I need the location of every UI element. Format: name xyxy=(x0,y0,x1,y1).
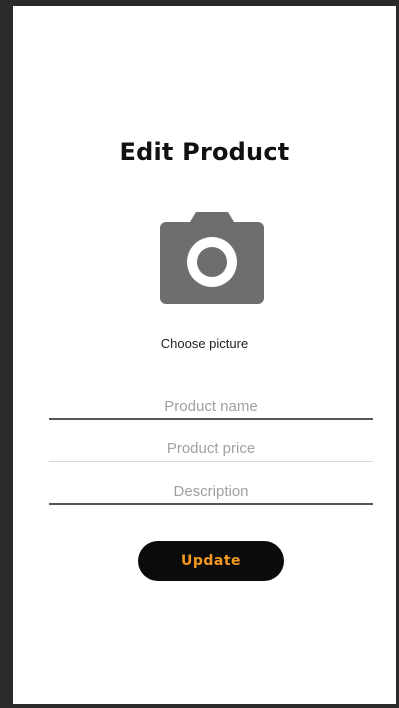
camera-icon xyxy=(160,212,264,304)
update-button[interactable]: Update xyxy=(138,541,284,581)
product-name-underline xyxy=(49,418,373,420)
description-input[interactable] xyxy=(49,478,373,504)
frame-border-bottom xyxy=(0,704,399,708)
frame-border-top xyxy=(0,0,399,6)
product-name-input[interactable] xyxy=(49,393,373,419)
page-title: Edit Product xyxy=(119,138,290,166)
choose-picture-button[interactable] xyxy=(160,208,264,304)
choose-picture-label[interactable]: Choose picture xyxy=(13,336,396,351)
frame-border-left xyxy=(0,0,13,708)
app-screen: Edit Product Choose picture Update xyxy=(0,0,399,708)
description-underline xyxy=(49,503,373,505)
product-price-input[interactable] xyxy=(49,435,373,461)
product-price-underline xyxy=(49,461,373,462)
